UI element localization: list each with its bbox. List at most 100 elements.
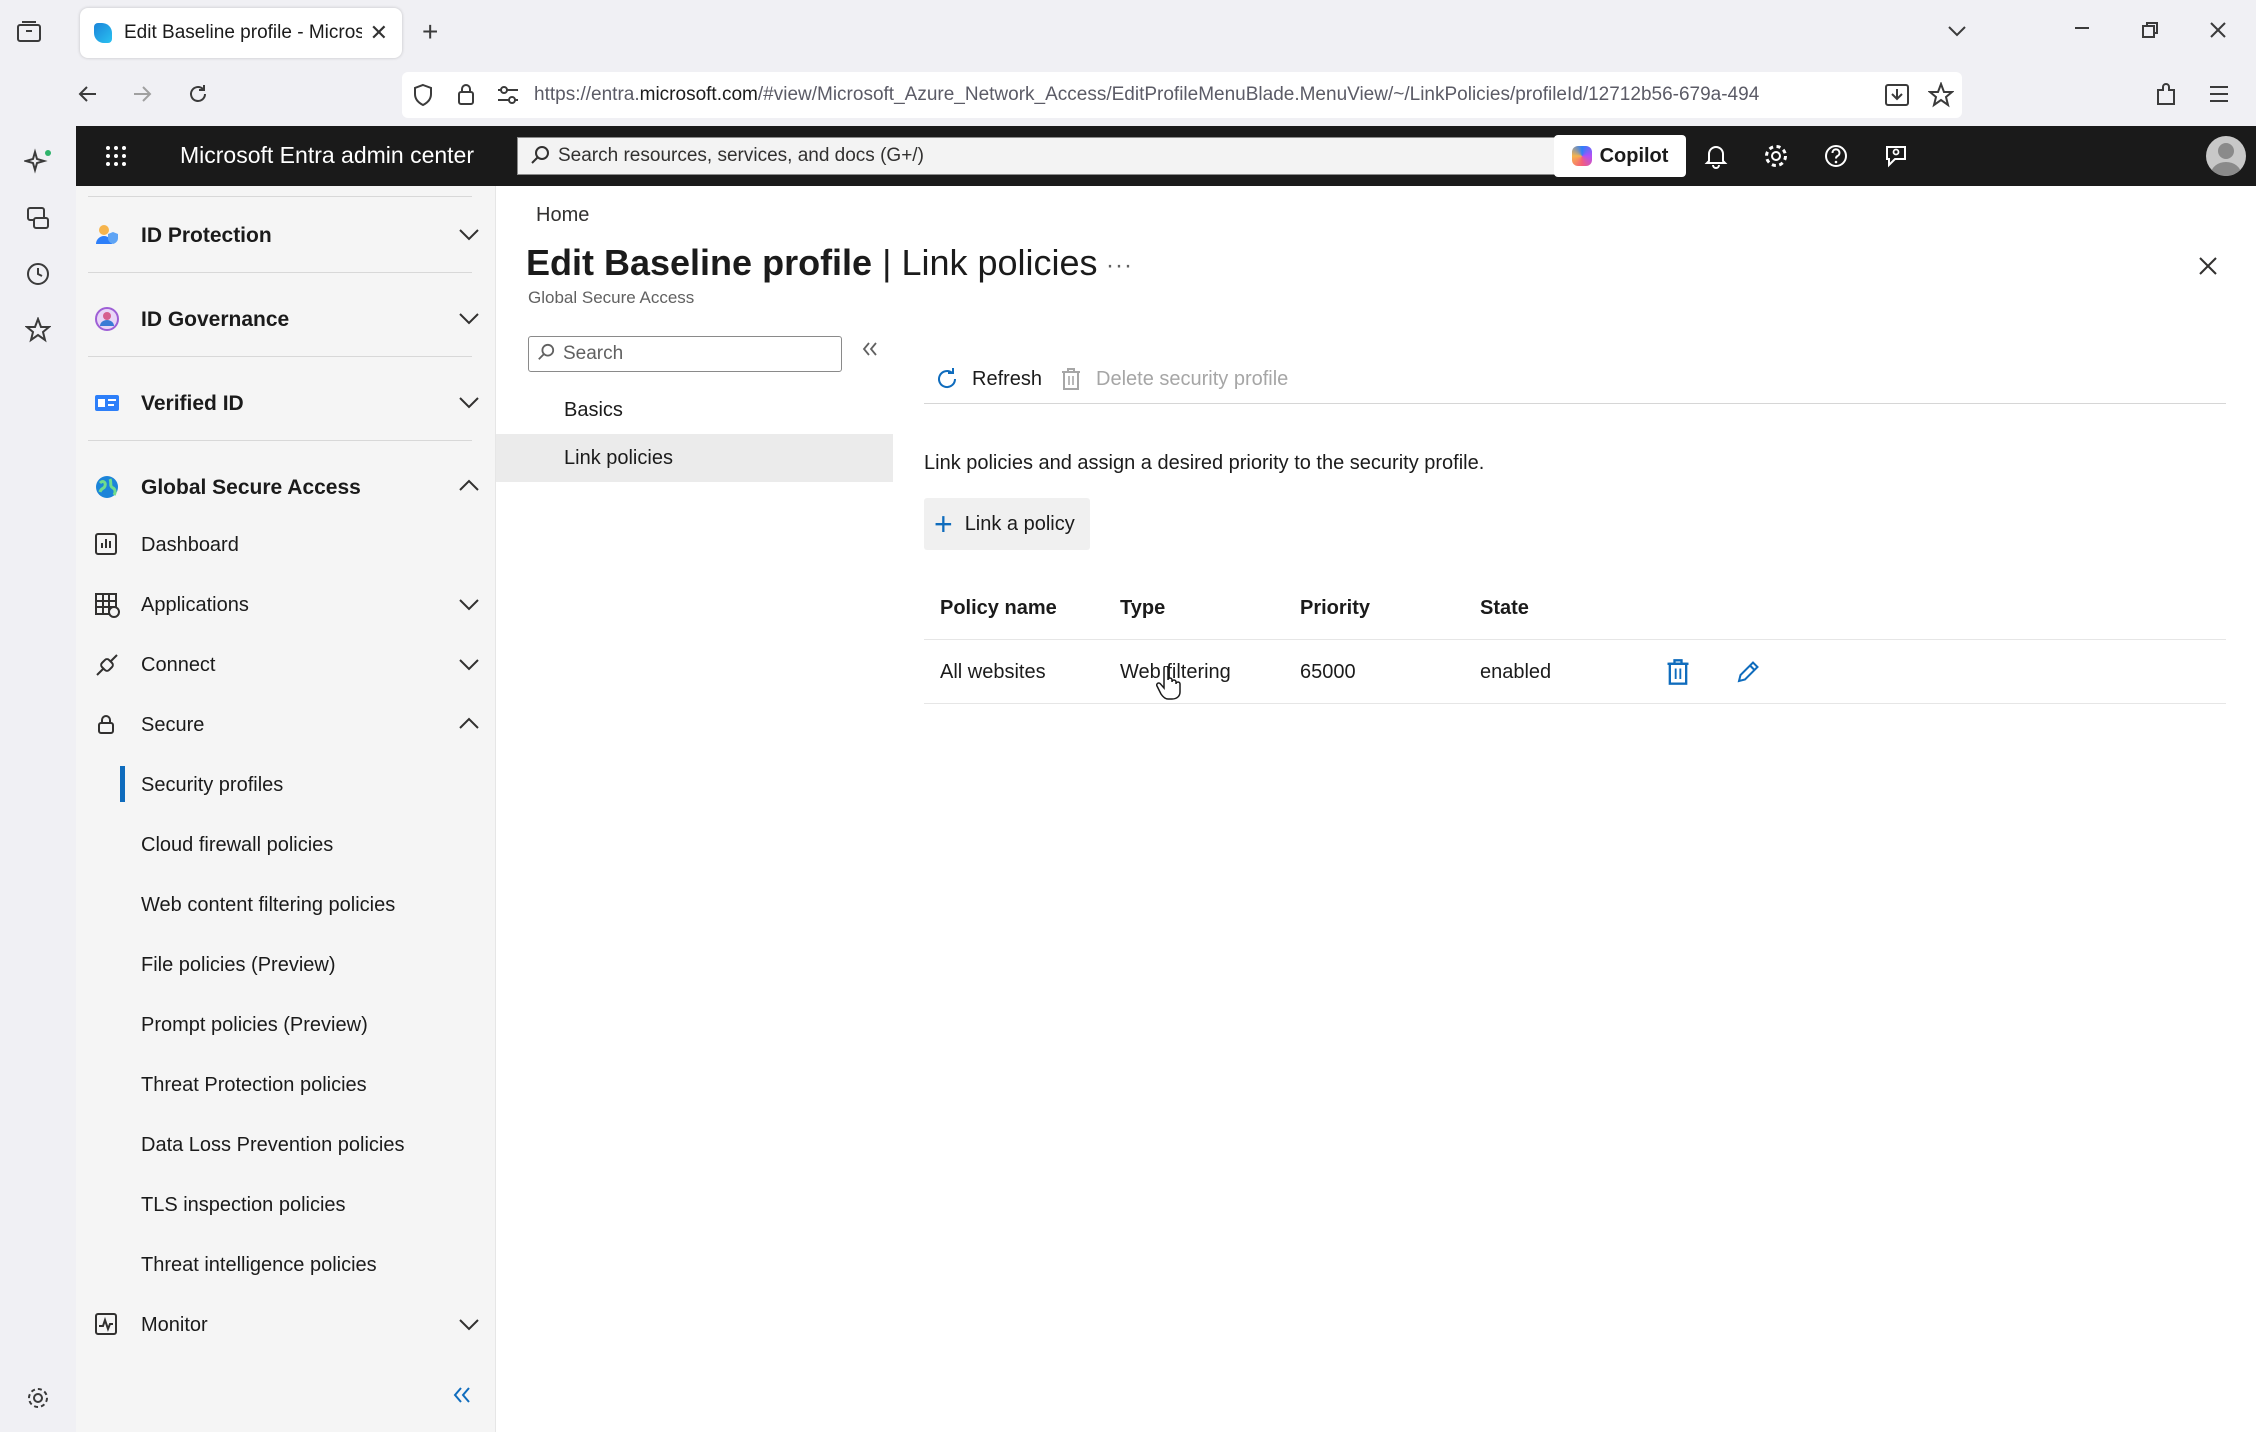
nav-sub-file-policies[interactable]: File policies (Preview): [76, 936, 495, 992]
feedback-icon[interactable]: [1880, 140, 1912, 172]
edit-row-pencil-icon[interactable]: [1734, 658, 1762, 686]
nav-sub-label: TLS inspection policies: [141, 1194, 346, 1216]
trash-icon: [1058, 366, 1084, 392]
nav-group-id-governance[interactable]: ID Governance: [76, 288, 495, 348]
table-row: All websites Web filtering 65000 enabled: [924, 640, 2226, 704]
nav-item-applications[interactable]: Applications: [76, 576, 495, 632]
browser-navbar: https://entra.microsoft.com/#view/Micros…: [0, 64, 2256, 126]
nav-sub-threat-protection[interactable]: Threat Protection policies: [76, 1056, 495, 1112]
column-header-priority[interactable]: Priority: [1300, 597, 1370, 620]
nav-group-label: ID Protection: [141, 224, 272, 247]
entra-favicon-icon: [94, 23, 112, 43]
nav-item-dashboard[interactable]: Dashboard: [76, 516, 495, 572]
close-tab-icon[interactable]: ✕: [370, 20, 388, 46]
address-bar[interactable]: https://entra.microsoft.com/#view/Micros…: [402, 72, 1962, 118]
search-icon: [530, 145, 550, 171]
bookmarks-star-icon[interactable]: [22, 314, 54, 346]
user-avatar[interactable]: [2206, 136, 2246, 176]
blade-menu-search[interactable]: [528, 336, 842, 372]
active-indicator: [120, 766, 125, 802]
url-text: https://entra.microsoft.com/#view/Micros…: [534, 84, 1760, 105]
browser-tabbar: Edit Baseline profile - Microsoft ✕ +: [0, 0, 2256, 64]
nav-item-label: Monitor: [141, 1314, 208, 1336]
tab-list-icon[interactable]: [16, 20, 42, 49]
column-header-type[interactable]: Type: [1120, 597, 1165, 620]
table-header-row: Policy name Type Priority State: [924, 576, 2226, 640]
bookmark-star-icon[interactable]: [1927, 81, 1955, 113]
link-a-policy-label: Link a policy: [964, 512, 1075, 535]
nav-sub-label: Web content filtering policies: [141, 894, 396, 916]
blade-menu-basics[interactable]: Basics: [496, 386, 893, 434]
nav-item-label: Dashboard: [141, 534, 239, 556]
more-options-ellipsis-icon[interactable]: ···: [1106, 252, 1133, 280]
portal-brand[interactable]: Microsoft Entra admin center: [180, 142, 474, 169]
copilot-label: Copilot: [1599, 144, 1669, 167]
delete-row-trash-icon[interactable]: [1664, 658, 1692, 686]
help-question-icon[interactable]: [1820, 140, 1852, 172]
nav-item-label: Connect: [141, 654, 216, 676]
back-icon[interactable]: [76, 82, 100, 111]
synced-tabs-icon[interactable]: [22, 202, 54, 234]
collapse-nav-double-chevron-icon[interactable]: [451, 1382, 473, 1413]
refresh-button[interactable]: Refresh: [934, 366, 1042, 392]
nav-sub-data-loss-prevention[interactable]: Data Loss Prevention policies: [76, 1116, 495, 1172]
settings-gear-icon[interactable]: [1760, 140, 1792, 172]
notifications-bell-icon[interactable]: [1700, 140, 1732, 172]
permissions-icon[interactable]: [496, 84, 520, 111]
cell-state: enabled: [1480, 661, 1552, 683]
blade-search-input[interactable]: [563, 341, 833, 367]
nav-sub-threat-intelligence[interactable]: Threat intelligence policies: [76, 1236, 495, 1292]
download-page-icon[interactable]: [1884, 82, 1910, 113]
app-launcher-waffle-icon[interactable]: [104, 144, 128, 168]
refresh-label: Refresh: [972, 367, 1043, 390]
browser-settings-gear-icon[interactable]: [22, 1382, 54, 1414]
minimize-window-icon[interactable]: [2072, 18, 2092, 43]
tab-overflow-chevron-icon[interactable]: [1946, 20, 1968, 47]
collapse-menu-double-chevron-icon[interactable]: [860, 338, 880, 366]
reload-icon[interactable]: [186, 82, 210, 111]
nav-group-verified-id[interactable]: Verified ID: [76, 372, 495, 432]
extensions-icon[interactable]: [2154, 82, 2178, 113]
lock-icon[interactable]: [456, 82, 476, 111]
breadcrumb-home[interactable]: Home: [536, 204, 589, 227]
nav-item-connect[interactable]: Connect: [76, 636, 495, 692]
column-header-state[interactable]: State: [1480, 597, 1529, 620]
new-tab-icon[interactable]: +: [422, 18, 438, 46]
nav-item-secure[interactable]: Secure: [76, 696, 495, 752]
tracking-shield-icon[interactable]: [412, 83, 434, 112]
column-header-policy-name[interactable]: Policy name: [940, 597, 1057, 620]
delete-security-profile-button[interactable]: Delete security profile: [1058, 366, 1288, 392]
page-description: Link policies and assign a desired prior…: [924, 452, 1485, 474]
close-blade-icon[interactable]: [2192, 250, 2224, 282]
global-search-input[interactable]: Search resources, services, and docs (G+…: [517, 137, 1605, 175]
applications-grid-icon: [94, 592, 120, 618]
close-window-icon[interactable]: [2208, 20, 2228, 45]
nav-sub-cloud-firewall[interactable]: Cloud firewall policies: [76, 816, 495, 872]
nav-sub-security-profiles[interactable]: Security profiles: [76, 756, 495, 812]
link-a-policy-button[interactable]: + Link a policy: [924, 498, 1090, 550]
forward-icon[interactable]: [130, 82, 154, 111]
nav-group-id-protection[interactable]: ID Protection: [76, 204, 495, 264]
nav-sub-web-content-filtering[interactable]: Web content filtering policies: [76, 876, 495, 932]
browser-tab-active[interactable]: Edit Baseline profile - Microsoft ✕: [80, 8, 402, 58]
blade-menu-link-policies[interactable]: Link policies: [496, 434, 893, 482]
plus-icon: +: [934, 506, 953, 542]
nav-item-monitor[interactable]: Monitor: [76, 1296, 495, 1352]
nav-sub-label: File policies (Preview): [141, 954, 336, 976]
delete-security-profile-label: Delete security profile: [1096, 367, 1289, 390]
restore-window-icon[interactable]: [2140, 20, 2160, 45]
app-menu-icon[interactable]: [2208, 84, 2230, 109]
refresh-icon: [934, 366, 960, 392]
nav-group-global-secure-access[interactable]: Global Secure Access: [76, 456, 495, 516]
nav-divider: [88, 356, 472, 357]
ai-sparkle-icon[interactable]: [22, 146, 54, 178]
nav-sub-prompt-policies[interactable]: Prompt policies (Preview): [76, 996, 495, 1052]
copilot-button[interactable]: Copilot: [1554, 135, 1686, 177]
nav-sub-label: Threat Protection policies: [141, 1074, 367, 1096]
search-icon: [537, 343, 555, 366]
nav-divider: [88, 196, 472, 197]
history-clock-icon[interactable]: [22, 258, 54, 290]
cell-policy-name: All websites: [940, 661, 1046, 683]
nav-sub-tls-inspection[interactable]: TLS inspection policies: [76, 1176, 495, 1232]
blade-menu-label: Basics: [564, 399, 623, 421]
